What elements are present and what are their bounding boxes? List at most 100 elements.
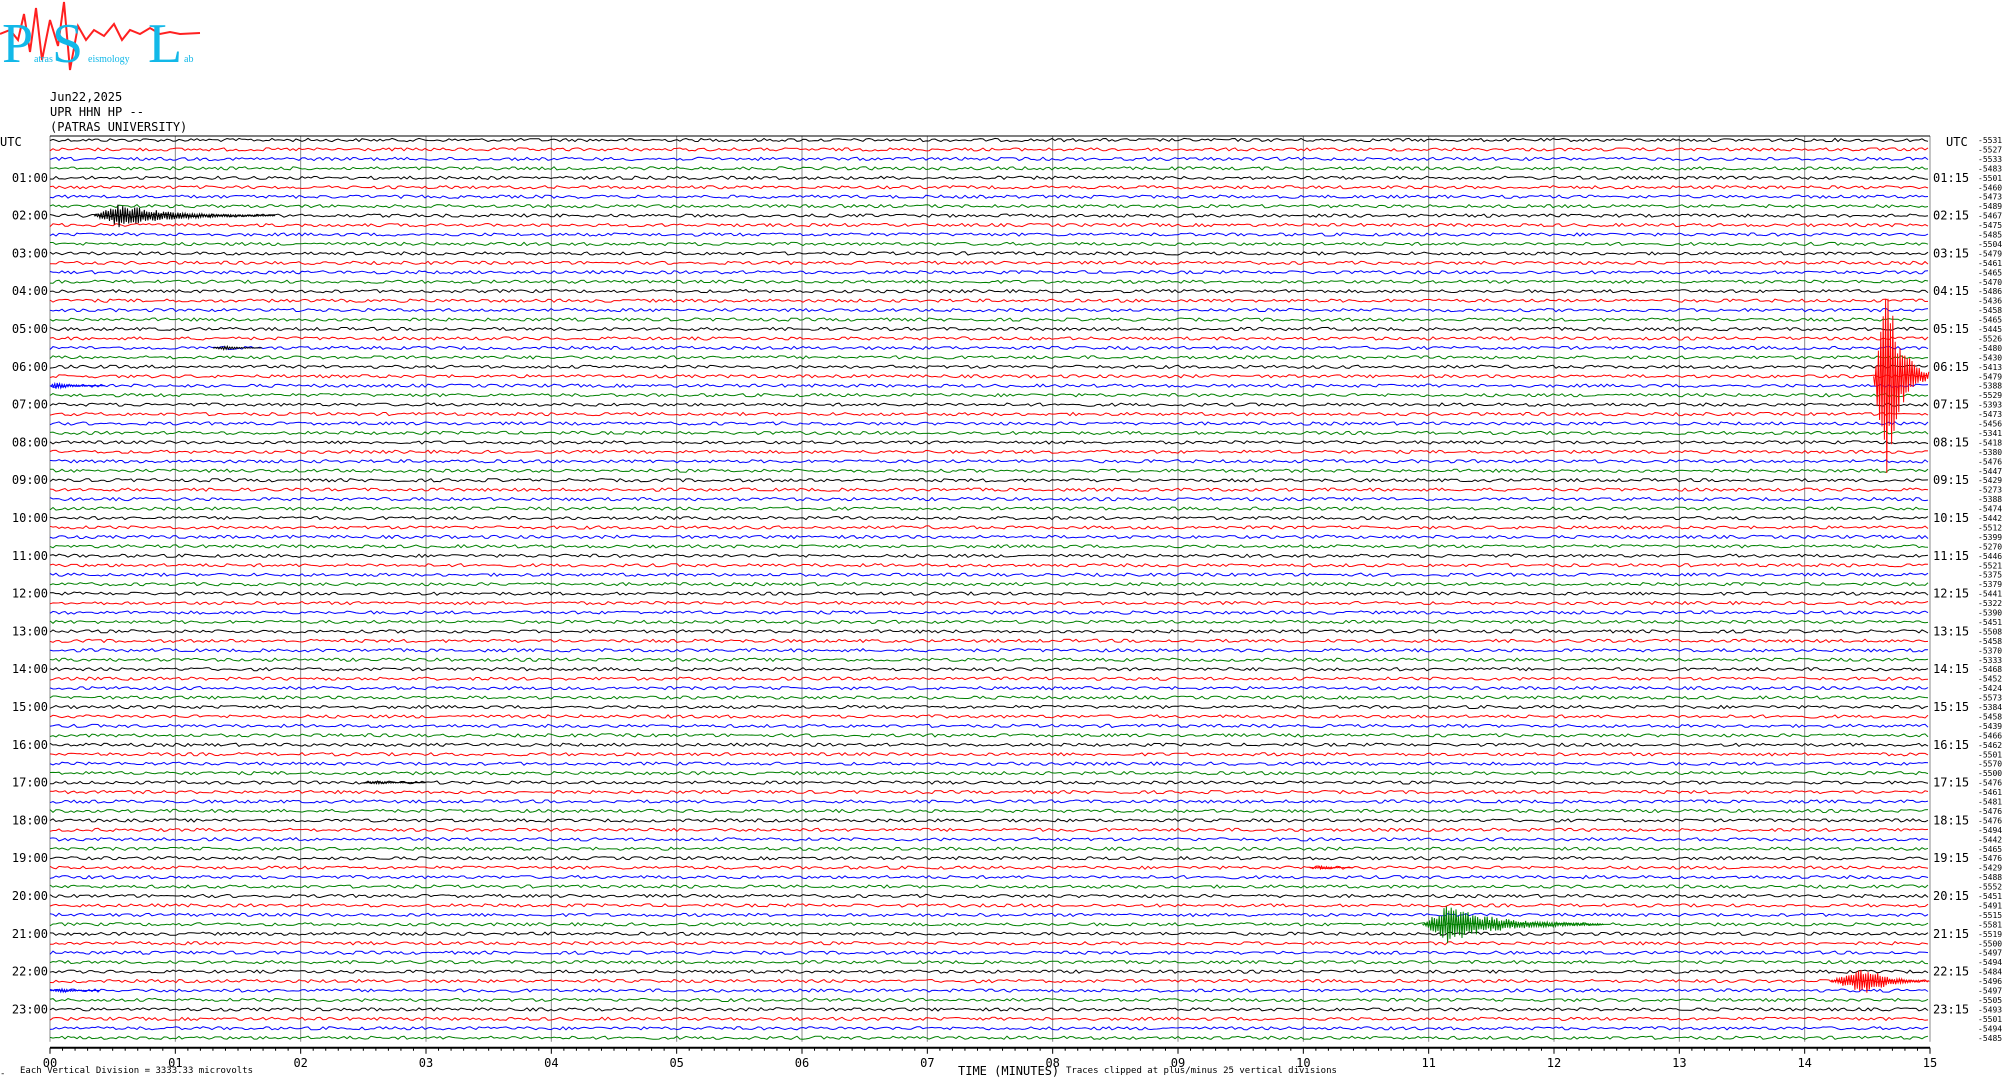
x-tick-label-03: 03: [419, 1056, 433, 1070]
trace-row: [49, 147, 1929, 152]
right-hour-label: 14:15: [1933, 662, 1969, 676]
row-offset-label: -5521: [1978, 561, 2002, 570]
left-hour-label: 17:00: [12, 776, 48, 790]
left-hour-label: 08:00: [12, 435, 48, 449]
left-hour-labels: 01:00 02:00 03:00 04:00 05:00 06:00 07:00 08:00…: [12, 171, 48, 1017]
trace-row: [49, 940, 1929, 946]
trace-row: [49, 761, 1929, 767]
trace-row: [49, 269, 1929, 275]
row-offset-label: -5460: [1978, 183, 2002, 192]
right-hour-label: 04:15: [1933, 284, 1969, 298]
trace-row: [49, 477, 1929, 483]
right-hour-label: 16:15: [1933, 738, 1969, 752]
x-tick-label-14: 14: [1797, 1056, 1811, 1070]
row-offset-label: -5485: [1978, 1034, 2002, 1043]
trace-row: [49, 931, 1929, 937]
row-offset-label: -5531: [1978, 136, 2002, 145]
row-offset-label: -5439: [1978, 722, 2002, 731]
trace-row: [49, 846, 1929, 851]
trace-row: [49, 506, 1929, 511]
trace-row: [49, 638, 1929, 644]
trace-row: [49, 808, 1929, 814]
row-offset-label: -5465: [1978, 268, 2002, 277]
trace-row: [49, 874, 1929, 880]
right-hour-label: 07:15: [1933, 398, 1969, 412]
trace-row: [49, 581, 1929, 587]
row-offset-label: -5393: [1978, 401, 2002, 410]
trace-row: [50, 780, 1929, 785]
right-hour-label: 21:15: [1933, 927, 1969, 941]
row-offset-label: -5497: [1978, 949, 2002, 958]
row-offset-label: -5452: [1978, 675, 2002, 684]
row-offset-label: -5488: [1978, 873, 2002, 882]
trace-row: [49, 619, 1929, 625]
row-offset-labels: -5531-5527-5533-5483-5501-5460-5473-5489…: [1978, 136, 2002, 1043]
trace-row: [49, 572, 1929, 577]
trace-row: [49, 751, 1929, 757]
row-offset-label: -5447: [1978, 467, 2002, 476]
left-hour-label: 16:00: [12, 738, 48, 752]
trace-row: [49, 789, 1929, 795]
row-offset-label: -5458: [1978, 306, 2002, 315]
row-offset-label: -5500: [1978, 769, 2002, 778]
trace-row: [49, 402, 1929, 407]
trace-row: [49, 988, 1929, 993]
left-hour-label: 03:00: [12, 246, 48, 260]
row-offset-label: -5466: [1978, 731, 2002, 740]
trace-row: [49, 629, 1929, 634]
row-offset-label: -5526: [1978, 334, 2002, 343]
trace-row: [49, 459, 1929, 464]
left-hour-label: 18:00: [12, 813, 48, 827]
trace-row: [49, 922, 1929, 927]
trace-row: [49, 676, 1929, 681]
trace-row: [49, 175, 1929, 180]
trace-row: [49, 733, 1929, 738]
row-offset-label: -5512: [1978, 523, 2002, 532]
row-offset-label: -5479: [1978, 249, 2002, 258]
row-offset-label: -5375: [1978, 571, 2002, 580]
row-offset-label: -5481: [1978, 798, 2002, 807]
trace-row: [49, 525, 1929, 530]
row-offset-label: -5467: [1978, 212, 2002, 221]
row-offset-label: -5504: [1978, 240, 2002, 249]
left-hour-label: 15:00: [12, 700, 48, 714]
row-offset-label: -5429: [1978, 476, 2002, 485]
row-offset-label: -5573: [1978, 694, 2002, 703]
row-offset-label: -5465: [1978, 316, 2002, 325]
x-tick-label-05: 05: [669, 1056, 683, 1070]
trace-row: [49, 657, 1929, 662]
right-hour-label: 17:15: [1933, 776, 1969, 790]
event-waveform-3: [49, 381, 106, 390]
row-offset-label: -5465: [1978, 845, 2002, 854]
x-tick-label-12: 12: [1547, 1056, 1561, 1070]
right-utc-label: UTC: [1946, 135, 1968, 149]
row-offset-label: -5483: [1978, 164, 2002, 173]
trace-row: [49, 742, 1929, 748]
helicorder-plot: UTC UTC 01:00 02:00 03:00 04:00 05:00 06:00 07…: [0, 135, 2002, 1070]
row-offset-label: -5489: [1978, 202, 2002, 211]
trace-row: [49, 997, 1929, 1003]
trace-row: [49, 912, 1929, 918]
trace-row: [49, 903, 1929, 908]
trace-row: [49, 421, 1929, 426]
row-offset-label: -5370: [1978, 646, 2002, 655]
right-hour-label: 03:15: [1933, 246, 1969, 260]
row-offset-label: -5505: [1978, 996, 2002, 1005]
trace-row: [49, 515, 1929, 521]
trace-row: [49, 855, 1929, 861]
trace-row: [49, 770, 1929, 776]
trace-row: [49, 345, 1929, 351]
trace-row: [49, 449, 1929, 455]
trace-row: [49, 723, 1929, 729]
trace-row: [49, 355, 1929, 360]
trace-row: [49, 298, 1929, 303]
trace-row: [49, 704, 1929, 710]
trace-row: [49, 591, 1929, 596]
trace-row: [49, 884, 1929, 889]
seismic-events: [49, 204, 1930, 994]
row-offset-label: -5390: [1978, 609, 2002, 618]
row-offset-label: -5429: [1978, 864, 2002, 873]
row-offset-label: -5379: [1978, 580, 2002, 589]
trace-row: [49, 213, 1929, 218]
trace-row: [49, 496, 1929, 502]
